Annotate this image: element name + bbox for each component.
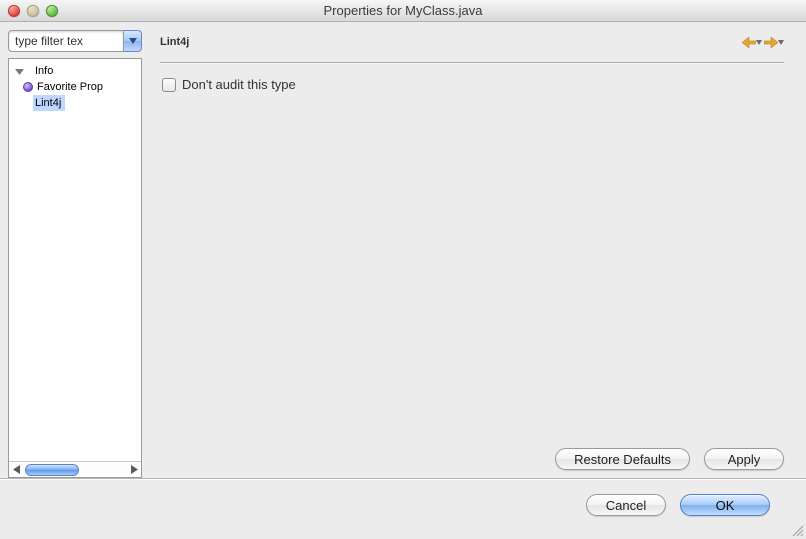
window-titlebar: Properties for MyClass.java — [0, 0, 806, 22]
dont-audit-label: Don't audit this type — [182, 77, 296, 92]
zoom-window-button[interactable] — [46, 5, 58, 17]
tree-item-label: Favorite Prop — [35, 79, 103, 95]
tree-body: Info Favorite Prop Lint4j — [9, 59, 141, 461]
tree-item-info[interactable]: Info — [9, 63, 141, 79]
traffic-lights — [0, 5, 58, 17]
property-page-header: Lint4j — [160, 32, 784, 52]
tree-item-lint4j[interactable]: Lint4j — [9, 95, 141, 111]
scrollbar-track[interactable] — [23, 463, 127, 477]
scroll-left-arrow-icon[interactable] — [9, 463, 23, 477]
close-window-button[interactable] — [8, 5, 20, 17]
back-button[interactable] — [742, 37, 762, 48]
resize-grip-icon[interactable] — [790, 523, 804, 537]
plugin-icon — [21, 80, 35, 94]
audit-checkbox-row: Don't audit this type — [160, 77, 784, 92]
filter-row — [8, 30, 142, 52]
filter-input[interactable] — [8, 30, 124, 52]
page-button-row: Restore Defaults Apply — [160, 448, 784, 478]
history-nav — [742, 37, 784, 48]
tree-item-label: Info — [25, 63, 53, 79]
minimize-window-button[interactable] — [27, 5, 39, 17]
chevron-down-icon — [129, 38, 137, 44]
arrow-left-icon — [742, 37, 756, 48]
dialog-content: Info Favorite Prop Lint4j — [0, 22, 806, 478]
filter-dropdown-button[interactable] — [124, 30, 142, 52]
property-page-title: Lint4j — [160, 36, 189, 48]
dialog-footer: Cancel OK — [0, 479, 806, 531]
scroll-right-arrow-icon[interactable] — [127, 463, 141, 477]
nav-pane: Info Favorite Prop Lint4j — [8, 30, 142, 478]
dont-audit-checkbox[interactable] — [162, 78, 176, 92]
ok-button[interactable]: OK — [680, 494, 770, 516]
chevron-down-icon — [756, 40, 762, 45]
arrow-right-icon — [764, 37, 778, 48]
disclosure-triangle-icon[interactable] — [13, 67, 25, 76]
restore-defaults-button[interactable]: Restore Defaults — [555, 448, 690, 470]
horizontal-scrollbar[interactable] — [9, 461, 141, 477]
window-title: Properties for MyClass.java — [0, 3, 806, 18]
property-page: Lint4j Don't audit this type — [150, 30, 798, 478]
tree-item-label: Lint4j — [33, 95, 65, 111]
nav-tree[interactable]: Info Favorite Prop Lint4j — [8, 58, 142, 478]
cancel-button[interactable]: Cancel — [586, 494, 666, 516]
scrollbar-thumb[interactable] — [25, 464, 79, 476]
chevron-down-icon — [778, 40, 784, 45]
header-divider — [160, 62, 784, 63]
forward-button[interactable] — [764, 37, 784, 48]
tree-item-favorite-prop[interactable]: Favorite Prop — [9, 79, 141, 95]
apply-button[interactable]: Apply — [704, 448, 784, 470]
spacer — [160, 92, 784, 448]
